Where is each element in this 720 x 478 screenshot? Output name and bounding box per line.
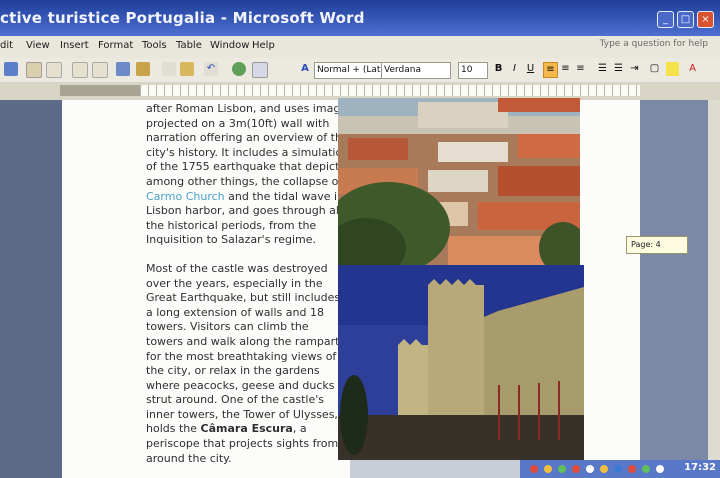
castle-photo[interactable] [338, 265, 584, 460]
tray-icon[interactable] [572, 465, 580, 473]
menu-insert[interactable]: Insert [60, 40, 89, 51]
help-search-box[interactable]: Type a question for help [600, 39, 708, 49]
style-dropdown[interactable]: Normal + (Latir [314, 62, 382, 79]
maximize-button[interactable]: □ [677, 11, 694, 28]
tray-icon[interactable] [600, 465, 608, 473]
bold-button[interactable]: B [492, 62, 505, 76]
screen: ctive turistice Portugalia - Microsoft W… [0, 0, 720, 478]
align-right-icon[interactable]: ≡ [574, 62, 587, 76]
text-line: where peacocks, geese and ducks [146, 378, 335, 392]
print-icon[interactable] [46, 62, 62, 78]
align-center-icon[interactable]: ≡ [559, 62, 572, 76]
toolbar: ↶ A Normal + (Latir Verdana 10 B I U ≡ ≡… [0, 58, 720, 83]
spelling-icon[interactable] [116, 62, 130, 76]
text-line: holds the [146, 422, 201, 436]
tray-icon[interactable] [614, 465, 622, 473]
carmo-church-link[interactable]: Carmo Church [146, 190, 225, 203]
menu-table[interactable]: Table [176, 40, 202, 51]
ruler-ticks [140, 85, 640, 96]
lisbon-city-photo[interactable] [338, 98, 580, 265]
text-line: city's history. It includes a simulation [146, 145, 350, 159]
text-line: after Roman Lisbon, and uses images [146, 102, 353, 115]
taskbar: 17:32 [350, 460, 720, 478]
system-tray: 17:32 [520, 460, 720, 478]
tray-icon[interactable] [544, 465, 552, 473]
text-line: Most of the castle was destroyed [146, 261, 328, 275]
text-line: Great Earthquake, but still includes [146, 291, 341, 305]
title-bar: ctive turistice Portugalia - Microsoft W… [0, 0, 720, 36]
ruler-margin [60, 85, 140, 96]
print-preview-icon[interactable] [72, 62, 88, 78]
menu-tools[interactable]: Tools [142, 40, 167, 51]
text-line: a long extension of walls and 18 [146, 305, 324, 319]
tray-icon[interactable] [530, 465, 538, 473]
menu-help[interactable]: Help [252, 40, 275, 51]
bullets-icon[interactable]: ☰ [612, 62, 625, 76]
menu-window[interactable]: Window [210, 40, 249, 51]
text-line: for the most breathtaking views of [146, 349, 337, 363]
window-title: ctive turistice Portugalia - Microsoft W… [0, 9, 365, 27]
text-line: Lisbon harbor, and goes through all [146, 204, 343, 218]
text-line: and the tidal wave in [224, 189, 345, 203]
styles-icon[interactable]: A [298, 62, 312, 76]
text-line: , a [292, 422, 307, 436]
minimize-button[interactable]: _ [657, 11, 674, 28]
underline-button[interactable]: U [524, 62, 537, 76]
text-line: towers. Visitors can climb the [146, 320, 309, 334]
align-left-icon[interactable]: ≡ [543, 62, 558, 78]
text-line: the historical periods, from the [146, 218, 317, 232]
paste-icon[interactable] [180, 62, 194, 76]
undo-icon[interactable]: ↶ [204, 62, 218, 76]
research-icon[interactable] [92, 62, 108, 78]
research-book-icon[interactable] [136, 62, 150, 76]
left-gutter [0, 100, 62, 478]
borders-icon[interactable]: ▢ [648, 62, 661, 76]
font-dropdown[interactable]: Verdana [381, 62, 451, 79]
text-line: over the years, especially in the [146, 276, 323, 290]
save-icon[interactable] [4, 62, 18, 76]
italic-button[interactable]: I [508, 62, 521, 76]
text-line: towers and walk along the ramparts [146, 334, 346, 348]
cut-icon[interactable] [162, 62, 176, 76]
tables-icon[interactable] [252, 62, 268, 78]
camara-escura-bold: Câmara Escura [200, 422, 293, 436]
vertical-scrollbar[interactable] [708, 100, 720, 478]
menu-view[interactable]: View [26, 40, 50, 51]
taskbar-clock[interactable]: 17:32 [684, 462, 716, 473]
close-button[interactable]: × [697, 11, 714, 28]
tray-icon[interactable] [558, 465, 566, 473]
text-line: the city, or relax in the gardens [146, 364, 320, 378]
text-line: among other things, the collapse of [146, 174, 343, 188]
permission-icon[interactable] [26, 62, 42, 78]
tray-icon[interactable] [586, 465, 594, 473]
font-size-dropdown[interactable]: 10 [458, 62, 488, 79]
text-line: of the 1755 earthquake that depicts, [146, 160, 349, 174]
hyperlink-icon[interactable] [232, 62, 246, 76]
text-line: strut around. One of the castle's [146, 393, 324, 407]
highlight-icon[interactable] [666, 62, 679, 76]
tray-icon[interactable] [642, 465, 650, 473]
page-number-tooltip: Page: 4 [626, 236, 688, 254]
text-line: projected on a 3m(10ft) wall with [146, 116, 330, 130]
font-color-button[interactable]: A [686, 62, 699, 76]
text-line: periscope that projects sights from [146, 437, 339, 451]
tray-icon[interactable] [656, 465, 664, 473]
menu-bar: dit View Insert Format Tools Table Windo… [0, 36, 720, 59]
text-line: narration offering an overview of the [146, 131, 349, 145]
text-line: Inquisition to Salazar's regime. [146, 233, 316, 247]
numbering-icon[interactable]: ☰ [596, 62, 609, 76]
text-line: around the city. [146, 451, 232, 465]
window-controls: _ □ × [657, 11, 714, 28]
text-line: inner towers, the Tower of Ulysses, [146, 407, 338, 421]
menu-format[interactable]: Format [98, 40, 133, 51]
tray-icon[interactable] [628, 465, 636, 473]
indent-icon[interactable]: ⇥ [628, 62, 641, 76]
menu-edit[interactable]: dit [0, 40, 13, 51]
